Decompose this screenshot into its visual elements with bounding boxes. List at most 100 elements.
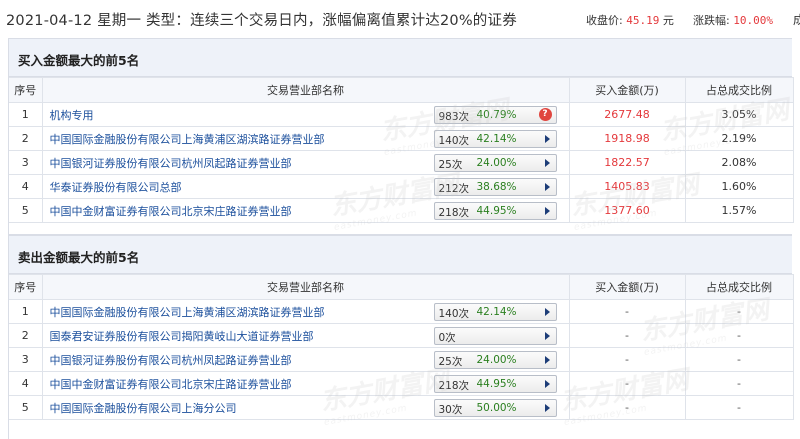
win-rate: 42.14%: [476, 133, 517, 145]
branch-stats-button[interactable]: 25次 24.00%: [433, 154, 557, 172]
arrow-right-icon[interactable]: [544, 135, 550, 143]
volume-ratio: -: [684, 323, 794, 348]
page-header: 2021-04-12 星期一 类型：连续三个交易日内，涨幅偏离值累计达20%的证…: [0, 0, 800, 38]
arrow-right-icon[interactable]: [544, 404, 550, 412]
trade-times: 140次: [438, 135, 470, 147]
branch-name-link[interactable]: 中国国际金融股份有限公司上海分公司: [50, 400, 237, 416]
table-row: 4 中国中金财富证券有限公司北京宋庄路证券营业部 218次 44.95% - -: [9, 371, 794, 396]
trade-times: 218次: [438, 380, 470, 392]
close-price-unit: 元: [662, 14, 674, 27]
volume-ratio: 3.05%: [684, 102, 794, 127]
trade-times: 212次: [438, 183, 470, 195]
branch-stats-button[interactable]: 218次 44.95%: [433, 202, 557, 220]
branch-stats-button[interactable]: 212次 38.68%: [433, 178, 557, 196]
row-index: 2: [9, 323, 43, 348]
close-price-value: 45.19: [626, 14, 660, 27]
branch-name-link[interactable]: 中国中金财富证券有限公司北京宋庄路证券营业部: [50, 376, 292, 392]
arrow-right-icon[interactable]: [544, 159, 550, 167]
branch-stats-button[interactable]: 218次 44.95%: [433, 375, 557, 393]
table-row: 2 国泰君安证券股份有限公司揭阳黄岐山大道证券营业部 0次 - -: [9, 323, 794, 348]
arrow-right-icon[interactable]: [544, 356, 550, 364]
table-row: 3 中国银河证券股份有限公司杭州凤起路证券营业部 25次 24.00% 1822…: [9, 150, 794, 175]
branch-stats-button[interactable]: 30次 50.00%: [433, 399, 557, 417]
row-index: 1: [9, 102, 43, 127]
col-name: 交易营业部名称: [41, 274, 570, 300]
row-index: 4: [9, 174, 43, 199]
clipped-text: 成: [793, 13, 800, 27]
row-index: 5: [9, 198, 43, 223]
branch-name-link[interactable]: 中国中金财富证券有限公司北京宋庄路证券营业部: [50, 203, 292, 219]
arrow-right-icon[interactable]: [544, 207, 550, 215]
branch-name-link[interactable]: 机构专用: [50, 107, 94, 123]
sell-section-title: 卖出金额最大的前5名: [18, 250, 140, 265]
volume-ratio: 1.60%: [684, 174, 794, 199]
branch-stats-button[interactable]: 25次 24.00%: [433, 351, 557, 369]
table-row: 2 中国国际金融股份有限公司上海黄浦区湖滨路证券营业部 140次 42.14% …: [9, 126, 794, 151]
row-index: 3: [9, 347, 43, 372]
buy-amount: -: [568, 371, 686, 396]
trade-times: 0次: [438, 332, 456, 344]
branch-stats-button[interactable]: 140次 42.14%: [433, 303, 557, 321]
trade-times: 25次: [438, 159, 463, 171]
trade-times: 25次: [438, 356, 463, 368]
branch-name-link[interactable]: 国泰君安证券股份有限公司揭阳黄岐山大道证券营业部: [50, 328, 314, 344]
trade-times: 30次: [438, 404, 463, 416]
win-rate: 40.79%: [476, 109, 517, 121]
col-percent: 占总成交比例: [684, 77, 794, 103]
branch-name-link[interactable]: 中国银河证券股份有限公司杭州凤起路证券营业部: [50, 352, 292, 368]
branch-name-link[interactable]: 中国国际金融股份有限公司上海黄浦区湖滨路证券营业部: [50, 131, 325, 147]
row-index: 5: [9, 395, 43, 420]
trade-times: 983次: [438, 111, 470, 123]
table-row: 1 机构专用 983次 40.79% ? 2677.48 3.05%: [9, 102, 794, 127]
buy-amount: -: [568, 299, 686, 324]
trade-times: 140次: [438, 308, 470, 320]
volume-ratio: 2.19%: [684, 126, 794, 151]
buy-table-header: 序号 交易营业部名称 买入金额(万) 占总成交比例: [9, 77, 794, 103]
trade-times: 218次: [438, 207, 470, 219]
col-amount: 买入金额(万): [568, 77, 686, 103]
row-index: 2: [9, 126, 43, 151]
win-rate: 44.95%: [476, 205, 517, 217]
volume-ratio: -: [684, 347, 794, 372]
question-icon[interactable]: ?: [538, 108, 552, 121]
col-name: 交易营业部名称: [41, 77, 570, 103]
branch-name-link[interactable]: 中国国际金融股份有限公司上海黄浦区湖滨路证券营业部: [50, 304, 325, 320]
col-percent: 占总成交比例: [684, 274, 794, 300]
table-row: 3 中国银河证券股份有限公司杭州凤起路证券营业部 25次 24.00% - -: [9, 347, 794, 372]
arrow-right-icon[interactable]: [544, 183, 550, 191]
arrow-right-icon[interactable]: [544, 308, 550, 316]
win-rate: 42.14%: [476, 306, 517, 318]
arrow-right-icon[interactable]: [544, 380, 550, 388]
page-title: 2021-04-12 星期一 类型：连续三个交易日内，涨幅偏离值累计达20%的证…: [6, 13, 517, 29]
win-rate: 44.95%: [476, 378, 517, 390]
volume-ratio: 1.57%: [684, 198, 794, 223]
table-row: 5 中国中金财富证券有限公司北京宋庄路证券营业部 218次 44.95% 137…: [9, 198, 794, 223]
win-rate: 38.68%: [476, 181, 517, 193]
buy-amount: 1377.60: [568, 198, 686, 223]
sell-top5-panel: 卖出金额最大的前5名 序号 交易营业部名称 买入金额(万) 占总成交比例 1 中…: [8, 235, 794, 439]
buy-amount: 2677.48: [568, 102, 686, 127]
branch-stats-button[interactable]: 140次 42.14%: [433, 130, 557, 148]
buy-amount: 1918.98: [568, 126, 686, 151]
change-label: 涨跌幅:: [693, 14, 730, 27]
branch-stats-button[interactable]: 983次 40.79% ?: [433, 106, 557, 124]
close-price-label: 收盘价:: [586, 14, 623, 27]
volume-ratio: 2.08%: [684, 150, 794, 175]
branch-stats-button[interactable]: 0次: [433, 327, 557, 345]
change-value: 10.00%: [733, 14, 773, 27]
col-index: 序号: [9, 77, 43, 103]
branch-name-link[interactable]: 中国银河证券股份有限公司杭州凤起路证券营业部: [50, 155, 292, 171]
close-price: 收盘价: 45.19 元: [586, 12, 674, 28]
buy-amount: -: [568, 395, 686, 420]
arrow-right-icon[interactable]: [544, 332, 550, 340]
branch-name-link[interactable]: 华泰证券股份有限公司总部: [50, 179, 182, 195]
table-row: 4 华泰证券股份有限公司总部 212次 38.68% 1405.83 1.60%: [9, 174, 794, 199]
col-index: 序号: [9, 274, 43, 300]
table-row: 1 中国国际金融股份有限公司上海黄浦区湖滨路证券营业部 140次 42.14% …: [9, 299, 794, 324]
buy-amount: 1405.83: [568, 174, 686, 199]
volume-ratio: -: [684, 371, 794, 396]
volume-ratio: -: [684, 395, 794, 420]
buy-section-title: 买入金额最大的前5名: [18, 53, 140, 68]
win-rate: 24.00%: [476, 157, 517, 169]
table-row: 5 中国国际金融股份有限公司上海分公司 30次 50.00% - -: [9, 395, 794, 420]
